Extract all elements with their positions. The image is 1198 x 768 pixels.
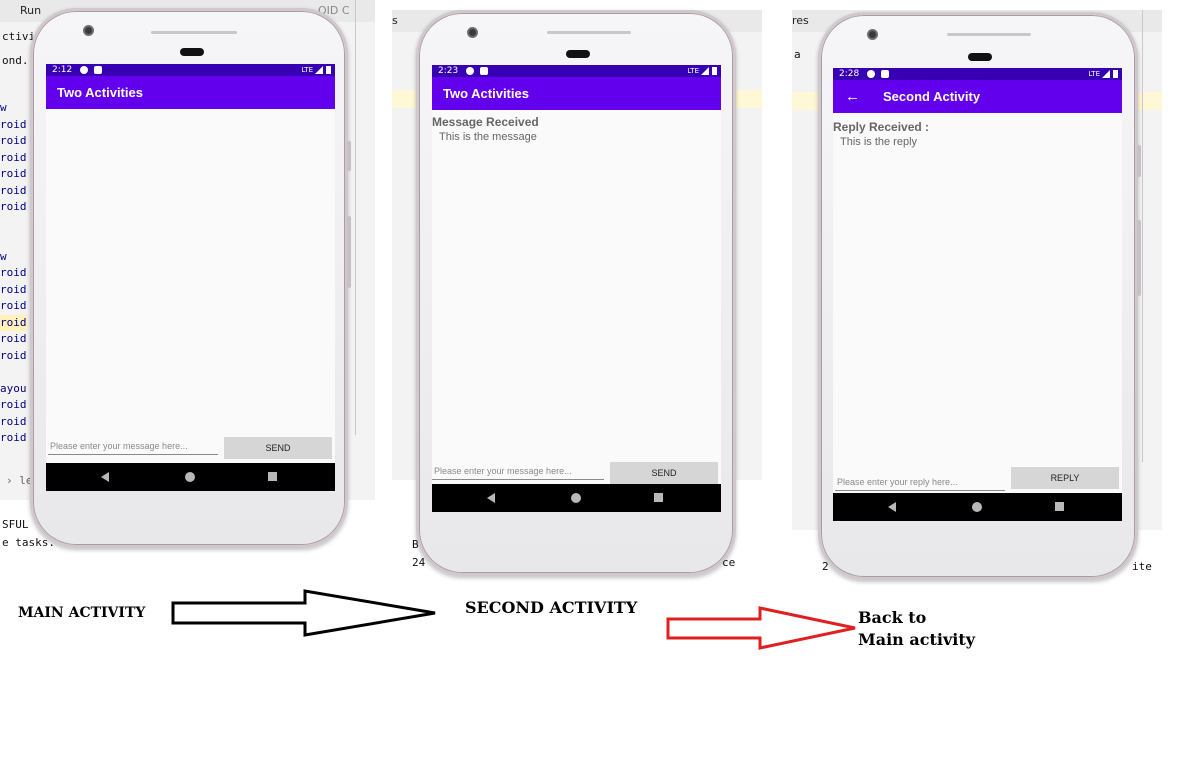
- notification-icon: [867, 70, 875, 78]
- reply-header: Reply Received :: [833, 120, 930, 134]
- battery-icon: [712, 67, 717, 75]
- speaker-grille: [151, 31, 237, 34]
- screen: 2:23 LTE Two Activities Message Received…: [432, 65, 721, 512]
- lte-label: LTE: [687, 67, 699, 75]
- arrow-back-to-main: [666, 606, 856, 650]
- message-text: This is the message: [439, 131, 537, 143]
- volume-button: [1137, 220, 1141, 296]
- run-menu[interactable]: Run: [20, 4, 41, 17]
- reply-button[interactable]: REPLY: [1011, 467, 1119, 489]
- phone-second-activity: 2:23 LTE Two Activities Message Received…: [416, 10, 736, 576]
- signal-icon: [315, 66, 323, 74]
- phone-reply-activity: 2:28 LTE ← Second Activity Reply Receive…: [818, 12, 1141, 580]
- home-nav-icon[interactable]: [972, 502, 982, 512]
- app-bar-title: Two Activities: [57, 85, 143, 100]
- signal-icon: [1102, 70, 1110, 78]
- screen: 2:28 LTE ← Second Activity Reply Receive…: [833, 68, 1122, 521]
- back-nav-icon[interactable]: [101, 472, 109, 482]
- second-activity-caption: SECOND ACTIVITY: [465, 598, 638, 617]
- speaker-grille: [547, 31, 631, 34]
- navigation-bar: [432, 484, 721, 512]
- clock: 2:12: [52, 65, 73, 75]
- clock: 2:28: [839, 69, 860, 79]
- main-activity-caption: MAIN ACTIVITY: [18, 605, 146, 621]
- home-nav-icon[interactable]: [571, 493, 581, 503]
- clock: 2:23: [438, 66, 459, 76]
- ide-file-tab[interactable]: a: [794, 48, 801, 61]
- back-nav-icon[interactable]: [487, 493, 495, 503]
- speaker-grille: [947, 33, 1031, 36]
- ide-file-tab[interactable]: ond.: [2, 54, 29, 67]
- back-to-main-caption-line1: Back to: [858, 608, 927, 627]
- build-output: SFUL: [2, 518, 29, 531]
- lte-label: LTE: [301, 66, 313, 74]
- sd-card-icon: [94, 66, 102, 74]
- build-output: ite: [1132, 560, 1152, 573]
- front-camera: [83, 25, 94, 36]
- back-to-main-caption-line2: Main activity: [858, 630, 975, 649]
- power-button: [347, 141, 351, 171]
- code-editor[interactable]: w roid roid roid roid roid roid w roid r…: [0, 100, 27, 447]
- home-nav-icon[interactable]: [185, 472, 195, 482]
- lte-label: LTE: [1088, 70, 1100, 78]
- signal-icon: [701, 67, 709, 75]
- earpiece: [180, 48, 204, 56]
- message-input[interactable]: Please enter your message here...: [432, 462, 604, 480]
- battery-icon: [326, 66, 331, 74]
- battery-icon: [1113, 70, 1118, 78]
- app-bar: Two Activities: [46, 76, 335, 109]
- app-bar: Two Activities: [432, 77, 721, 110]
- sd-card-icon: [881, 70, 889, 78]
- status-bar: 2:12 LTE: [46, 64, 335, 76]
- recents-nav-icon[interactable]: [654, 493, 663, 502]
- reply-input[interactable]: Please enter your reply here...: [835, 473, 1005, 491]
- power-button: [1137, 145, 1141, 177]
- earpiece: [968, 53, 992, 61]
- screen: 2:12 LTE Two Activities Please enter you…: [46, 64, 335, 491]
- back-nav-icon[interactable]: [888, 502, 896, 512]
- volume-button: [347, 216, 351, 288]
- notification-icon: [80, 66, 88, 74]
- reply-text: This is the reply: [840, 136, 918, 148]
- send-button[interactable]: SEND: [610, 462, 718, 484]
- navigation-bar: [833, 493, 1122, 521]
- arrow-main-to-second: [171, 589, 436, 637]
- back-arrow-icon[interactable]: ←: [845, 80, 860, 113]
- notification-icon: [466, 67, 474, 75]
- app-bar-title: Two Activities: [443, 86, 529, 101]
- front-camera: [467, 27, 478, 38]
- message-header: Message Received: [432, 115, 539, 129]
- sd-card-icon: [480, 67, 488, 75]
- ide-tab[interactable]: › le: [6, 474, 33, 487]
- status-bar: 2:23 LTE: [432, 65, 721, 77]
- recents-nav-icon[interactable]: [268, 472, 277, 481]
- navigation-bar: [46, 463, 335, 491]
- app-bar-title: Second Activity: [883, 89, 981, 104]
- send-button[interactable]: SEND: [224, 437, 332, 459]
- front-camera: [867, 29, 878, 40]
- status-bar: 2:28 LTE: [833, 68, 1122, 80]
- recents-nav-icon[interactable]: [1055, 502, 1064, 511]
- earpiece: [566, 50, 590, 58]
- app-bar: ← Second Activity: [833, 80, 1122, 113]
- message-input[interactable]: Please enter your message here...: [48, 437, 218, 455]
- build-output: 24: [412, 556, 426, 569]
- phone-main-activity: 2:12 LTE Two Activities Please enter you…: [30, 8, 351, 548]
